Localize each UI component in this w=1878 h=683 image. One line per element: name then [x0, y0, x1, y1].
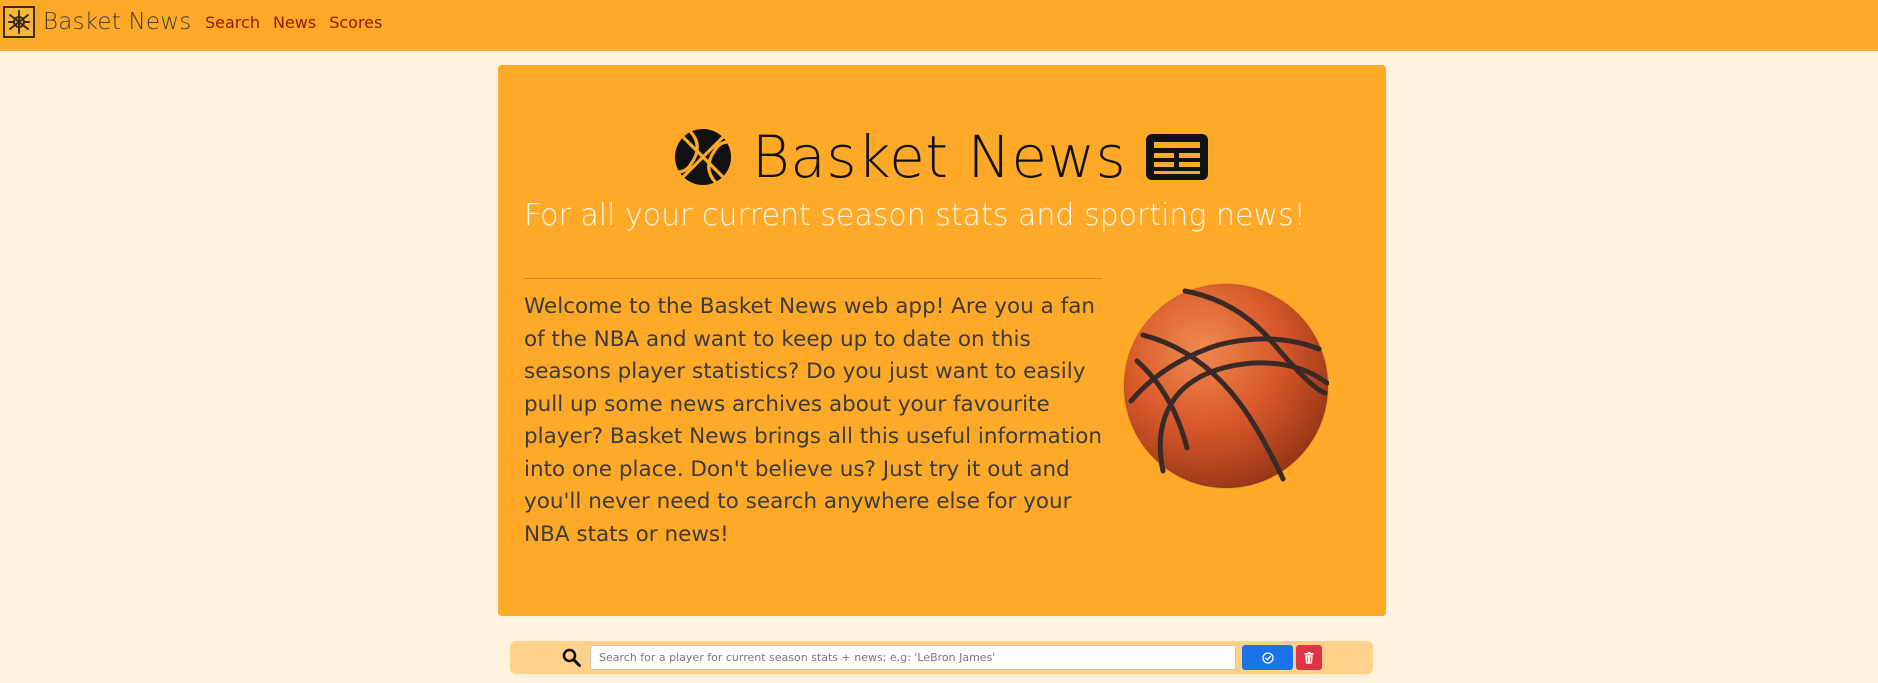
- nav-link-search[interactable]: Search: [205, 12, 260, 34]
- hero-title-text: Basket News: [751, 123, 1127, 191]
- jumbotron: Basket News For all your current season …: [498, 65, 1386, 616]
- submit-search-button[interactable]: [1242, 645, 1293, 670]
- search-bar: [510, 641, 1373, 674]
- newspaper-icon: [1146, 134, 1209, 180]
- nav-links: Search News Scores: [205, 12, 395, 34]
- clear-search-button[interactable]: [1296, 645, 1322, 670]
- basketball-icon: [674, 129, 731, 185]
- divider: [524, 278, 1102, 279]
- nav-link-news[interactable]: News: [273, 12, 316, 34]
- navbar: Basket News Search News Scores: [0, 0, 1878, 51]
- search-icon: [562, 648, 581, 667]
- hero-lead: For all your current season stats and sp…: [524, 198, 1306, 233]
- nav-link-scores[interactable]: Scores: [329, 12, 382, 34]
- check-circle-icon: [1261, 651, 1274, 664]
- basketball-image: [1123, 283, 1329, 489]
- brand-name[interactable]: Basket News: [43, 8, 191, 36]
- search-input[interactable]: [590, 645, 1236, 670]
- hero-title: Basket News: [498, 117, 1386, 197]
- hieroglyph-logo-icon[interactable]: [3, 6, 35, 38]
- intro-paragraph: Welcome to the Basket News web app! Are …: [524, 294, 1103, 547]
- trash-icon: [1304, 651, 1314, 664]
